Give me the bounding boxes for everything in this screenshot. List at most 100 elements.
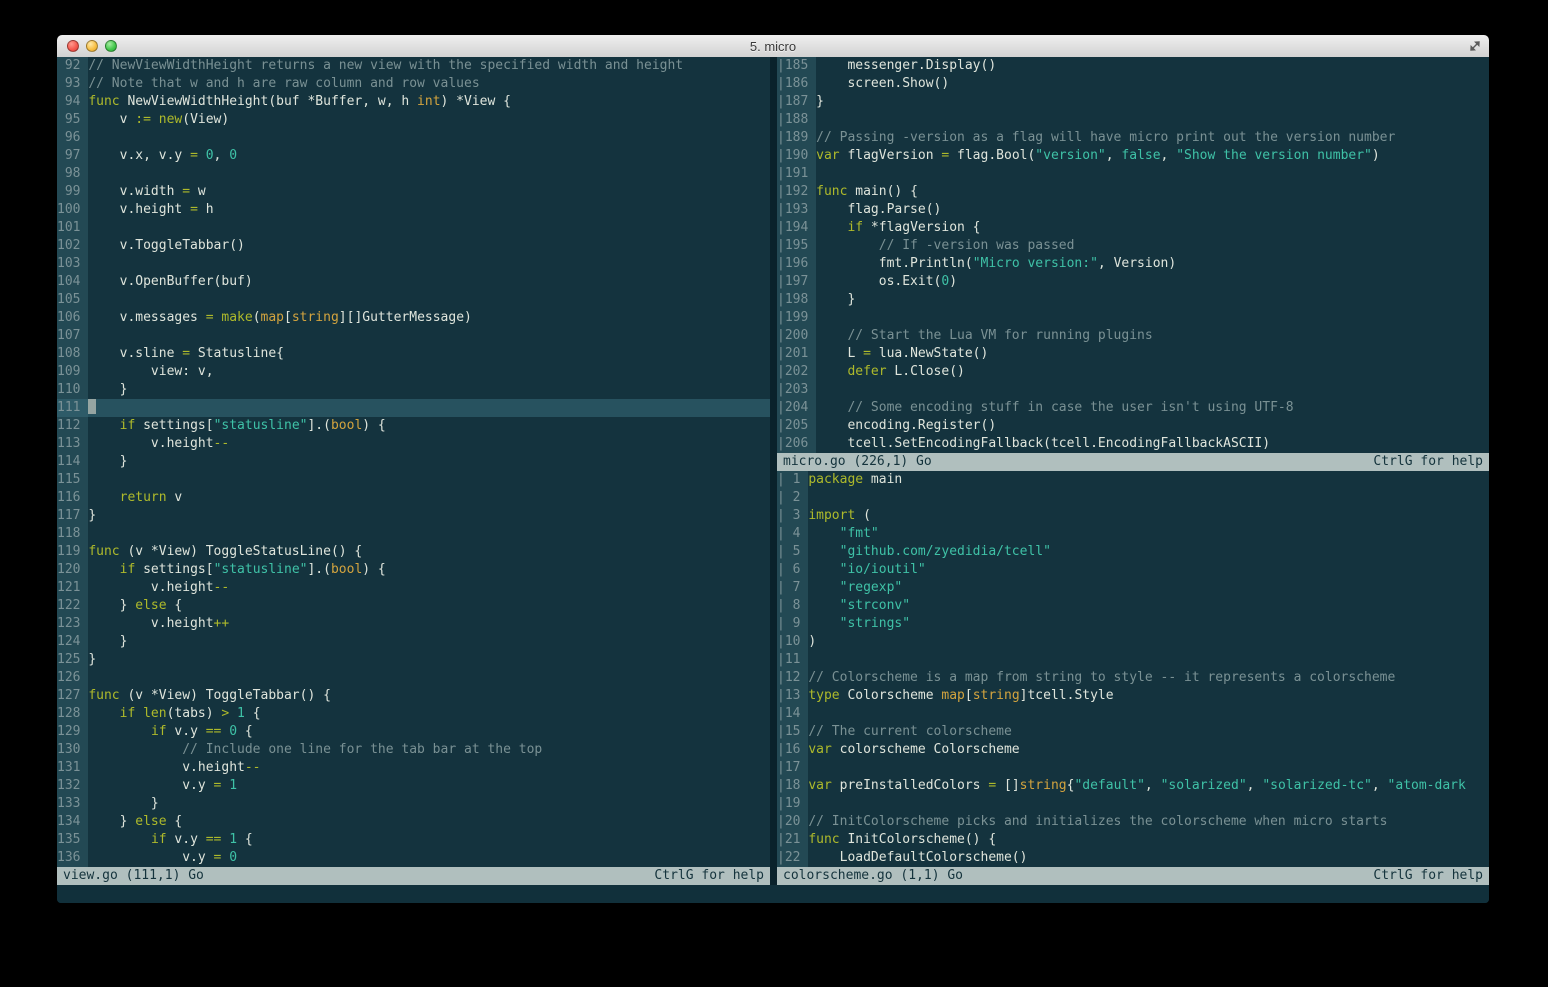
- code-line[interactable]: 116 return v: [57, 489, 770, 507]
- minimize-button[interactable]: [86, 40, 98, 52]
- code-line[interactable]: 131 v.height--: [57, 759, 770, 777]
- code-line[interactable]: 105: [57, 291, 770, 309]
- code-line[interactable]: 128 if len(tabs) > 1 {: [57, 705, 770, 723]
- code-line[interactable]: |196 fmt.Println("Micro version:", Versi…: [777, 255, 1489, 273]
- code-line[interactable]: |205 encoding.Register(): [777, 417, 1489, 435]
- code-line[interactable]: 136 v.y = 0: [57, 849, 770, 867]
- command-line[interactable]: [57, 885, 1489, 903]
- code-line[interactable]: 98: [57, 165, 770, 183]
- code-line[interactable]: | 3 import (: [777, 507, 1489, 525]
- code-line[interactable]: |198 }: [777, 291, 1489, 309]
- code-line[interactable]: |10 ): [777, 633, 1489, 651]
- code-line[interactable]: |204 // Some encoding stuff in case the …: [777, 399, 1489, 417]
- code-line[interactable]: 95 v := new(View): [57, 111, 770, 129]
- code-line[interactable]: 122 } else {: [57, 597, 770, 615]
- code-line[interactable]: 107: [57, 327, 770, 345]
- code-line[interactable]: |191: [777, 165, 1489, 183]
- code-line[interactable]: 114 }: [57, 453, 770, 471]
- code-line[interactable]: |186 screen.Show(): [777, 75, 1489, 93]
- code-line[interactable]: 112 if settings["statusline"].(bool) {: [57, 417, 770, 435]
- code-line[interactable]: |189 // Passing -version as a flag will …: [777, 129, 1489, 147]
- code-line[interactable]: |202 defer L.Close(): [777, 363, 1489, 381]
- code-line[interactable]: 102 v.ToggleTabbar(): [57, 237, 770, 255]
- code-line[interactable]: 117 }: [57, 507, 770, 525]
- code-line[interactable]: 109 view: v,: [57, 363, 770, 381]
- code-line[interactable]: 133 }: [57, 795, 770, 813]
- code-line[interactable]: |206 tcell.SetEncodingFallback(tcell.Enc…: [777, 435, 1489, 453]
- code-line[interactable]: |187 }: [777, 93, 1489, 111]
- code-area-view-go[interactable]: 92 // NewViewWidthHeight returns a new v…: [57, 57, 770, 867]
- code-line[interactable]: 132 v.y = 1: [57, 777, 770, 795]
- code-line[interactable]: 106 v.messages = make(map[string][]Gutte…: [57, 309, 770, 327]
- code-line[interactable]: |18 var preInstalledColors = []string{"d…: [777, 777, 1489, 795]
- code-line[interactable]: 92 // NewViewWidthHeight returns a new v…: [57, 57, 770, 75]
- code-line[interactable]: 103: [57, 255, 770, 273]
- code-line[interactable]: 118: [57, 525, 770, 543]
- code-line[interactable]: 101: [57, 219, 770, 237]
- code-line[interactable]: |193 flag.Parse(): [777, 201, 1489, 219]
- code-line[interactable]: 134 } else {: [57, 813, 770, 831]
- zoom-button[interactable]: [105, 40, 117, 52]
- code-line[interactable]: 123 v.height++: [57, 615, 770, 633]
- code-area-colorscheme-go[interactable]: | 1 package main| 2 | 3 import (| 4 "fmt…: [777, 471, 1489, 867]
- code-line[interactable]: | 1 package main: [777, 471, 1489, 489]
- code-line[interactable]: 108 v.sline = Statusline{: [57, 345, 770, 363]
- code-line[interactable]: |192 func main() {: [777, 183, 1489, 201]
- line-number: 95: [57, 111, 88, 129]
- code-line[interactable]: |197 os.Exit(0): [777, 273, 1489, 291]
- code-line[interactable]: | 4 "fmt": [777, 525, 1489, 543]
- code-line[interactable]: 120 if settings["statusline"].(bool) {: [57, 561, 770, 579]
- code-line[interactable]: |200 // Start the Lua VM for running plu…: [777, 327, 1489, 345]
- code-line[interactable]: |22 LoadDefaultColorscheme(): [777, 849, 1489, 867]
- code-line[interactable]: |20 // InitColorscheme picks and initial…: [777, 813, 1489, 831]
- code-line[interactable]: 124 }: [57, 633, 770, 651]
- code-line[interactable]: 96: [57, 129, 770, 147]
- code-line[interactable]: | 9 "strings": [777, 615, 1489, 633]
- code-line[interactable]: |12 // Colorscheme is a map from string …: [777, 669, 1489, 687]
- code-line[interactable]: 130 // Include one line for the tab bar …: [57, 741, 770, 759]
- code-area-micro-go[interactable]: |185 messenger.Display()|186 screen.Show…: [777, 57, 1489, 453]
- code-line[interactable]: 94 func NewViewWidthHeight(buf *Buffer, …: [57, 93, 770, 111]
- title-bar[interactable]: 5. micro: [57, 35, 1489, 58]
- code-line[interactable]: | 8 "strconv": [777, 597, 1489, 615]
- code-line[interactable]: |194 if *flagVersion {: [777, 219, 1489, 237]
- code-line[interactable]: 126: [57, 669, 770, 687]
- code-line[interactable]: 97 v.x, v.y = 0, 0: [57, 147, 770, 165]
- code-line[interactable]: 121 v.height--: [57, 579, 770, 597]
- code-line[interactable]: 111: [57, 399, 770, 417]
- code-line[interactable]: |21 func InitColorscheme() {: [777, 831, 1489, 849]
- code-line[interactable]: |15 // The current colorscheme: [777, 723, 1489, 741]
- code-line[interactable]: 100 v.height = h: [57, 201, 770, 219]
- code-line[interactable]: 135 if v.y == 1 {: [57, 831, 770, 849]
- code-line[interactable]: 113 v.height--: [57, 435, 770, 453]
- code-line[interactable]: |19: [777, 795, 1489, 813]
- code-line[interactable]: 127 func (v *View) ToggleTabbar() {: [57, 687, 770, 705]
- split-divider[interactable]: [770, 57, 777, 885]
- resize-icon[interactable]: [1468, 39, 1482, 53]
- code-line[interactable]: |16 var colorscheme Colorscheme: [777, 741, 1489, 759]
- code-line[interactable]: | 7 "regexp": [777, 579, 1489, 597]
- code-line[interactable]: | 2: [777, 489, 1489, 507]
- code-line[interactable]: 104 v.OpenBuffer(buf): [57, 273, 770, 291]
- code-line[interactable]: |199: [777, 309, 1489, 327]
- code-line[interactable]: 93 // Note that w and h are raw column a…: [57, 75, 770, 93]
- code-line[interactable]: |195 // If -version was passed: [777, 237, 1489, 255]
- code-line[interactable]: | 6 "io/ioutil": [777, 561, 1489, 579]
- code-line[interactable]: 99 v.width = w: [57, 183, 770, 201]
- code-line[interactable]: |185 messenger.Display(): [777, 57, 1489, 75]
- code-line[interactable]: |17: [777, 759, 1489, 777]
- code-line[interactable]: |188: [777, 111, 1489, 129]
- code-line[interactable]: 129 if v.y == 0 {: [57, 723, 770, 741]
- code-line[interactable]: |190 var flagVersion = flag.Bool("versio…: [777, 147, 1489, 165]
- code-line[interactable]: 115: [57, 471, 770, 489]
- code-line[interactable]: |11: [777, 651, 1489, 669]
- code-line[interactable]: 110 }: [57, 381, 770, 399]
- code-line[interactable]: |203: [777, 381, 1489, 399]
- code-line[interactable]: |201 L = lua.NewState(): [777, 345, 1489, 363]
- code-line[interactable]: 125 }: [57, 651, 770, 669]
- code-line[interactable]: |13 type Colorscheme map[string]tcell.St…: [777, 687, 1489, 705]
- close-button[interactable]: [67, 40, 79, 52]
- code-line[interactable]: 119 func (v *View) ToggleStatusLine() {: [57, 543, 770, 561]
- code-line[interactable]: | 5 "github.com/zyedidia/tcell": [777, 543, 1489, 561]
- code-line[interactable]: |14: [777, 705, 1489, 723]
